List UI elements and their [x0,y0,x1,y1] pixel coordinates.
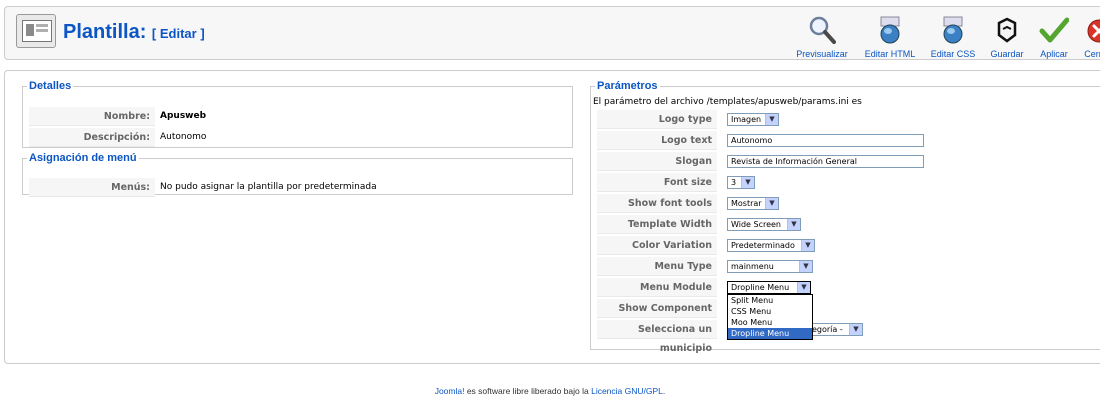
slogan-input[interactable]: Revista de Información General [727,155,924,168]
details-legend: Detalles [29,80,72,92]
param-label: Show font tools [597,194,717,213]
chevron-down-icon: ▼ [741,177,754,188]
close-button[interactable]: Cerrar [1079,15,1100,59]
save-button[interactable]: Guardar [985,15,1029,59]
param-row-municipio: Selecciona un municipio egoría - ▼ [597,320,1077,354]
param-label: Template Width [597,215,717,234]
param-row-menu-module: Menu Module Dropline Menu ▼ [597,278,1077,297]
param-label: Logo text [597,131,717,150]
edit-css-button[interactable]: Editar CSS [925,15,981,59]
template-manager-icon [16,14,56,48]
page-title-text: Plantilla: [63,21,147,43]
apply-label: Aplicar [1040,49,1068,59]
chevron-down-icon: ▼ [787,219,800,230]
param-label: Logo type [597,110,717,129]
param-label: Menu Type [597,257,717,276]
details-fieldset: Detalles Nombre: Apusweb Descripción: Au… [22,80,573,148]
chevron-down-icon: ▼ [797,282,810,293]
dropdown-option[interactable]: CSS Menu [728,306,812,317]
name-label: Nombre: [29,107,155,126]
close-label: Cerrar [1084,49,1100,59]
logo-text-input[interactable]: Autonomo [727,134,924,147]
menu-assignment-fieldset: Asignación de menú Menús: No pudo asigna… [22,152,573,197]
name-value: Apusweb [160,111,207,121]
preview-button[interactable]: Previsualizar [791,15,853,59]
chevron-down-icon: ▼ [765,198,778,209]
footer: Joomla! es software libre liberado bajo … [0,386,1100,396]
page-title-action: [ Editar ] [151,26,205,41]
footer-text: es software libre liberado bajo la [464,386,592,396]
color-variation-select[interactable]: Predeterminado ▼ [727,239,815,252]
description-label: Descripción: [29,128,155,147]
dropdown-option[interactable]: Moo Menu [728,317,812,328]
toolbar-box: Plantilla: [ Editar ] Previsualizar Edit… [4,6,1100,60]
save-label: Guardar [990,49,1024,59]
license-link[interactable]: Licencia GNU/GPL [591,386,663,396]
apply-button[interactable]: Aplicar [1033,15,1075,59]
save-icon [997,17,1017,43]
param-row-menu-type: Menu Type mainmenu ▼ [597,257,1077,276]
chevron-down-icon: ▼ [765,114,778,125]
show-font-tools-select[interactable]: Mostrar ▼ [727,197,779,210]
preview-label: Previsualizar [796,49,848,59]
param-row-font-size: Font size 3 ▼ [597,173,1077,192]
footer-suffix: . [662,386,666,396]
magnifier-icon [809,16,836,44]
param-row-show-font-tools: Show font tools Mostrar ▼ [597,194,1077,213]
param-row-logo-type: Logo type Imagen ▼ [597,110,1077,129]
menu-type-select[interactable]: mainmenu ▼ [727,260,813,273]
name-row: Nombre: Apusweb [29,107,563,126]
param-row-color-variation: Color Variation Predeterminado ▼ [597,236,1077,255]
menus-value: No pudo asignar la plantilla por predete… [160,182,377,192]
apply-check-icon [1039,17,1069,43]
font-size-select[interactable]: 3 ▼ [727,176,755,189]
param-label: Show Component [597,299,717,318]
dropdown-option[interactable]: Split Menu [728,295,812,306]
param-row-logo-text: Logo text Autonomo [597,131,1077,150]
menu-assignment-legend: Asignación de menú [29,152,137,164]
edit-html-button[interactable]: Editar HTML [859,15,921,59]
param-label: Slogan [597,152,717,171]
menu-module-select[interactable]: Dropline Menu ▼ [727,281,811,294]
description-value: Autonomo [160,132,207,142]
menu-module-dropdown: Split Menu CSS Menu Moo Menu Dropline Me… [727,294,813,340]
param-row-template-width: Template Width Wide Screen ▼ [597,215,1077,234]
params-intro: El parámetro del archivo /templates/apus… [593,97,862,107]
edit-css-icon [943,16,963,44]
chevron-down-icon: ▼ [849,324,862,335]
param-row-show-component: Show Component [597,299,1077,318]
close-icon [1087,19,1100,43]
edit-html-icon [880,16,900,44]
edit-html-label: Editar HTML [864,49,916,59]
param-label: Color Variation [597,236,717,255]
description-row: Descripción: Autonomo [29,128,563,147]
joomla-link[interactable]: Joomla! [435,386,465,396]
edit-css-label: Editar CSS [930,49,976,59]
param-row-slogan: Slogan Revista de Información General [597,152,1077,171]
dropdown-option-selected[interactable]: Dropline Menu [728,328,812,339]
param-label: Menu Module [597,278,717,297]
logo-type-select[interactable]: Imagen ▼ [727,113,779,126]
page-title: Plantilla: [ Editar ] [63,21,205,44]
params-legend: Parámetros [597,80,658,92]
template-width-select[interactable]: Wide Screen ▼ [727,218,801,231]
param-label: Selecciona un municipio [597,320,717,354]
chevron-down-icon: ▼ [799,261,812,272]
param-label: Font size [597,173,717,192]
menus-row: Menús: No pudo asignar la plantilla por … [29,178,563,197]
menus-label: Menús: [29,178,155,197]
chevron-down-icon: ▼ [801,240,814,251]
